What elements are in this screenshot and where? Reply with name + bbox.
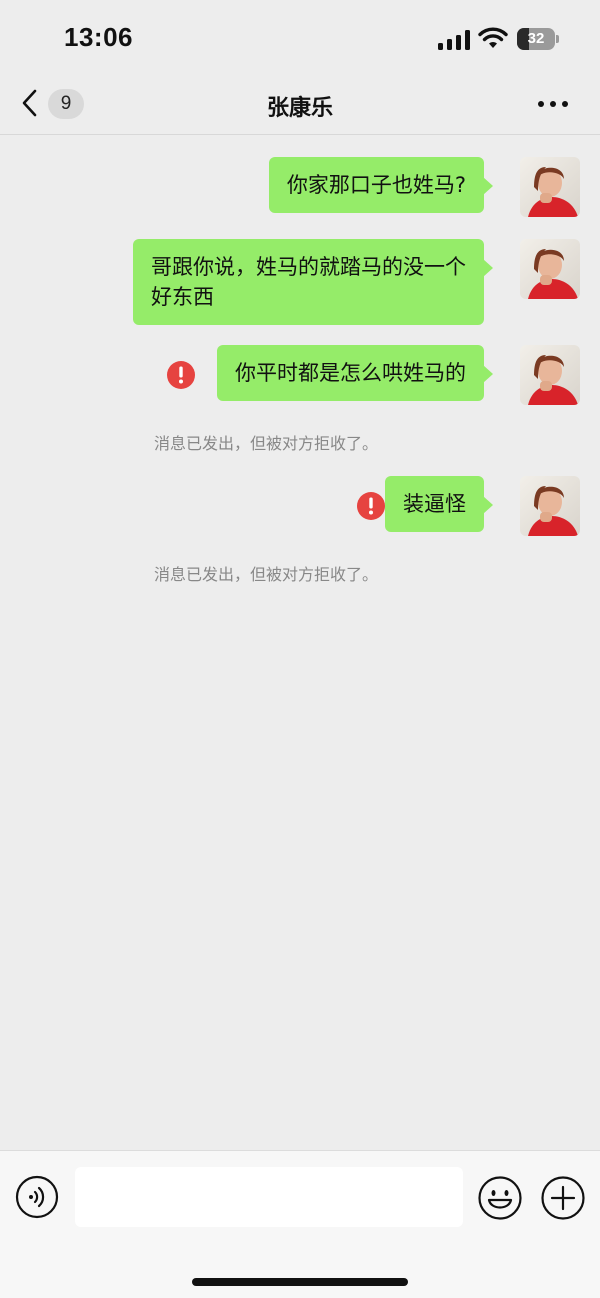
status-bar: 13:06 32 bbox=[0, 0, 600, 80]
battery-level: 32 bbox=[527, 30, 545, 47]
message-bubble[interactable]: 你家那口子也姓马? bbox=[268, 157, 494, 213]
rejected-notice: 消息已发出，但被对方拒收了。 bbox=[153, 565, 378, 584]
message-text: 哥跟你说，姓马的就踏马的没一个 好东西 bbox=[151, 255, 466, 309]
avatar-image bbox=[520, 157, 580, 217]
message-row: 装逼怪 bbox=[0, 476, 580, 536]
message-bubble[interactable]: 装逼怪 bbox=[385, 476, 493, 532]
avatar[interactable] bbox=[520, 476, 580, 536]
rejected-notice: 消息已发出，但被对方拒收了。 bbox=[153, 434, 378, 453]
emoji-icon[interactable] bbox=[477, 1175, 523, 1221]
unread-count-badge[interactable]: 9 bbox=[48, 89, 84, 119]
home-indicator[interactable] bbox=[192, 1278, 408, 1286]
message-text: 你家那口子也姓马? bbox=[286, 173, 466, 197]
message-input[interactable] bbox=[75, 1167, 463, 1227]
wifi-icon bbox=[478, 27, 508, 48]
back-icon[interactable] bbox=[18, 88, 42, 118]
avatar-image bbox=[520, 476, 580, 536]
more-icon[interactable] bbox=[537, 98, 569, 110]
message-row: 哥跟你说，姓马的就踏马的没一个 好东西 bbox=[0, 239, 580, 325]
message-bubble[interactable]: 哥跟你说，姓马的就踏马的没一个 好东西 bbox=[133, 239, 493, 325]
avatar[interactable] bbox=[520, 239, 580, 299]
avatar-image bbox=[520, 345, 580, 405]
avatar-image bbox=[520, 239, 580, 299]
contact-name: 张康乐 bbox=[266, 96, 333, 121]
plus-icon[interactable] bbox=[540, 1175, 586, 1221]
voice-icon[interactable] bbox=[15, 1175, 59, 1219]
status-time: 13:06 bbox=[64, 22, 133, 52]
input-bar bbox=[0, 1150, 600, 1298]
avatar[interactable] bbox=[520, 345, 580, 405]
message-row: 你平时都是怎么哄姓马的 bbox=[0, 345, 580, 405]
signal-icon bbox=[438, 30, 470, 50]
message-row: 你家那口子也姓马? bbox=[0, 157, 580, 217]
message-bubble[interactable]: 你平时都是怎么哄姓马的 bbox=[217, 345, 493, 401]
message-text: 装逼怪 bbox=[403, 492, 466, 516]
message-text: 你平时都是怎么哄姓马的 bbox=[235, 361, 466, 385]
battery-indicator: 32 bbox=[517, 28, 559, 50]
avatar[interactable] bbox=[520, 157, 580, 217]
error-icon[interactable] bbox=[356, 491, 386, 521]
error-icon[interactable] bbox=[166, 360, 196, 390]
chat-header: 9 张康乐 bbox=[0, 80, 600, 135]
